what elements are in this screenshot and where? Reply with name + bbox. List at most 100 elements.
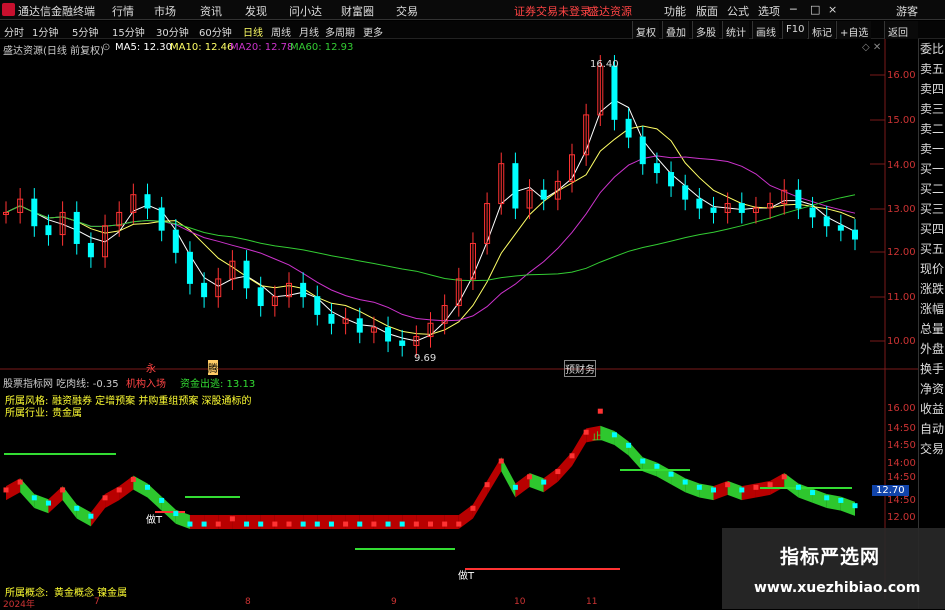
indicator-tick: 16.00 [887,403,916,414]
indicator-candle [711,487,716,493]
period-more[interactable]: 更多 [363,24,383,39]
stock-source: 盛达资源 [588,5,632,18]
price-tick: 11.00 [887,292,916,303]
indicator-candle [45,500,51,506]
candle-body [73,211,80,244]
indicator-candle [512,484,518,490]
ma20-line [5,155,856,322]
indicator-candle [838,497,844,503]
candle-body [314,296,321,315]
quote-buy4: 买四 [919,222,944,236]
indicator-tick: 14:00 [887,458,916,469]
indicator-candle [173,511,179,517]
date-tick: 8 [245,597,251,607]
user-label[interactable]: 游客 [896,3,918,19]
candle-body [639,136,646,165]
quote-buy3: 买三 [919,202,944,216]
close-icon[interactable]: × [828,3,837,16]
menu-caifuquan[interactable]: 财富圈 [341,3,374,19]
quote-sell2: 卖二 [919,122,944,136]
period-1min[interactable]: 1分钟 [32,24,58,39]
period-multi[interactable]: 多周期 [325,24,355,39]
title-bar: 通达信金融终端 行情 市场 资讯 发现 问小达 财富圈 交易 证券交易未登录 盛… [0,0,945,20]
indicator-candle [328,521,334,527]
candle-body [512,163,519,209]
period-weekly[interactable]: 周线 [271,24,291,39]
tool-f10[interactable]: F10 [782,21,808,39]
period-daily[interactable]: 日线 [243,24,263,39]
menu-wenxiaoda[interactable]: 问小达 [289,3,322,19]
date-axis: 2024年 7 8 9 10 11 [0,597,720,610]
indicator-candle [159,497,165,503]
indicator-candle [781,474,787,480]
indicator-candle [640,458,646,464]
menu-jiaoyi[interactable]: 交易 [396,3,418,19]
period-30min[interactable]: 30分钟 [156,24,189,39]
menu-xuanxiang[interactable]: 选项 [758,3,780,19]
event-mark[interactable]: 腾 [208,360,218,375]
candle-body [696,198,703,209]
price-tick: 13.00 [887,204,916,215]
minimize-icon[interactable]: ─ [790,3,797,16]
price-tick: 10.00 [887,336,916,347]
menu-zixun[interactable]: 资讯 [200,3,222,19]
indicator-candle [215,521,221,527]
period-fenshi[interactable]: 分时 [4,24,24,39]
login-notice[interactable]: 证券交易未登录 [514,3,591,19]
candle-body [809,207,816,218]
indicator-candle [739,487,745,493]
indicator-candle [541,479,547,485]
candle-body [852,229,858,240]
indicator-candle [810,490,816,496]
menu-hangqing[interactable]: 行情 [112,3,134,19]
chart-canvas[interactable] [0,39,918,599]
watermark-title: 指标严选网 [780,546,881,568]
quote-panel: 委比 卖五 卖四 卖三 卖二 卖一 买一 买二 买三 买四 买五 现价 涨跌 涨… [918,39,945,609]
indicator-tick: 14:50 [887,440,916,451]
period-15min[interactable]: 15分钟 [112,24,145,39]
menu-faxian[interactable]: 发现 [245,3,267,19]
indicator-candle [668,471,674,477]
event-mark[interactable]: 永 [146,360,156,375]
tool-tongji[interactable]: 统计 [722,21,749,39]
candle-body [682,185,689,200]
indicator-candle [17,479,23,485]
date-tick: 10 [514,597,526,607]
indicator-candle [626,442,632,448]
quote-earnings: 收益 [919,402,944,416]
tool-biaoji[interactable]: 标记 [808,21,835,39]
quote-buy5: 买五 [919,242,944,256]
quote-trade[interactable]: 交易 [919,439,945,459]
tool-zixuan[interactable]: +自选 [836,21,872,39]
indicator-flow: 资金出逃: 13.13 [180,379,256,390]
event-mark[interactable]: 预财务 [564,360,596,377]
app-name: 通达信金融终端 [18,5,95,18]
quote-turnover: 换手 [919,362,944,376]
indicator-mark: 止 [592,432,602,443]
indicator-candle [371,521,377,527]
maximize-icon[interactable]: □ [810,3,820,16]
tool-duogu[interactable]: 多股 [692,21,719,39]
candle-body [823,216,830,227]
indicator-tick: 14:50 [887,495,916,506]
tool-fanhui[interactable]: 返回 [884,21,918,39]
price-tag: 12.70 [872,485,909,496]
menu-shichang[interactable]: 市场 [154,3,176,19]
menu-gongneng[interactable]: 功能 [664,3,686,19]
indicator-candle [428,521,433,527]
period-60min[interactable]: 60分钟 [199,24,232,39]
tool-diejia[interactable]: 叠加 [662,21,689,39]
menu-gongshi[interactable]: 公式 [727,3,749,19]
indicator-candle [187,521,193,527]
period-5min[interactable]: 5分钟 [72,24,98,39]
date-tick: 9 [391,597,397,607]
candle-body [243,260,250,289]
tool-huaxian[interactable]: 画线 [752,21,779,39]
quote-auto[interactable]: 自动 [919,419,945,439]
period-monthly[interactable]: 月线 [299,24,319,39]
menu-banmian[interactable]: 版面 [696,3,718,19]
candle-body [611,65,618,120]
tool-fuquan[interactable]: 复权 [632,21,659,39]
watermark: 指标严选网 www.xuezhibiao.com [722,528,945,609]
candle-body [300,282,307,298]
